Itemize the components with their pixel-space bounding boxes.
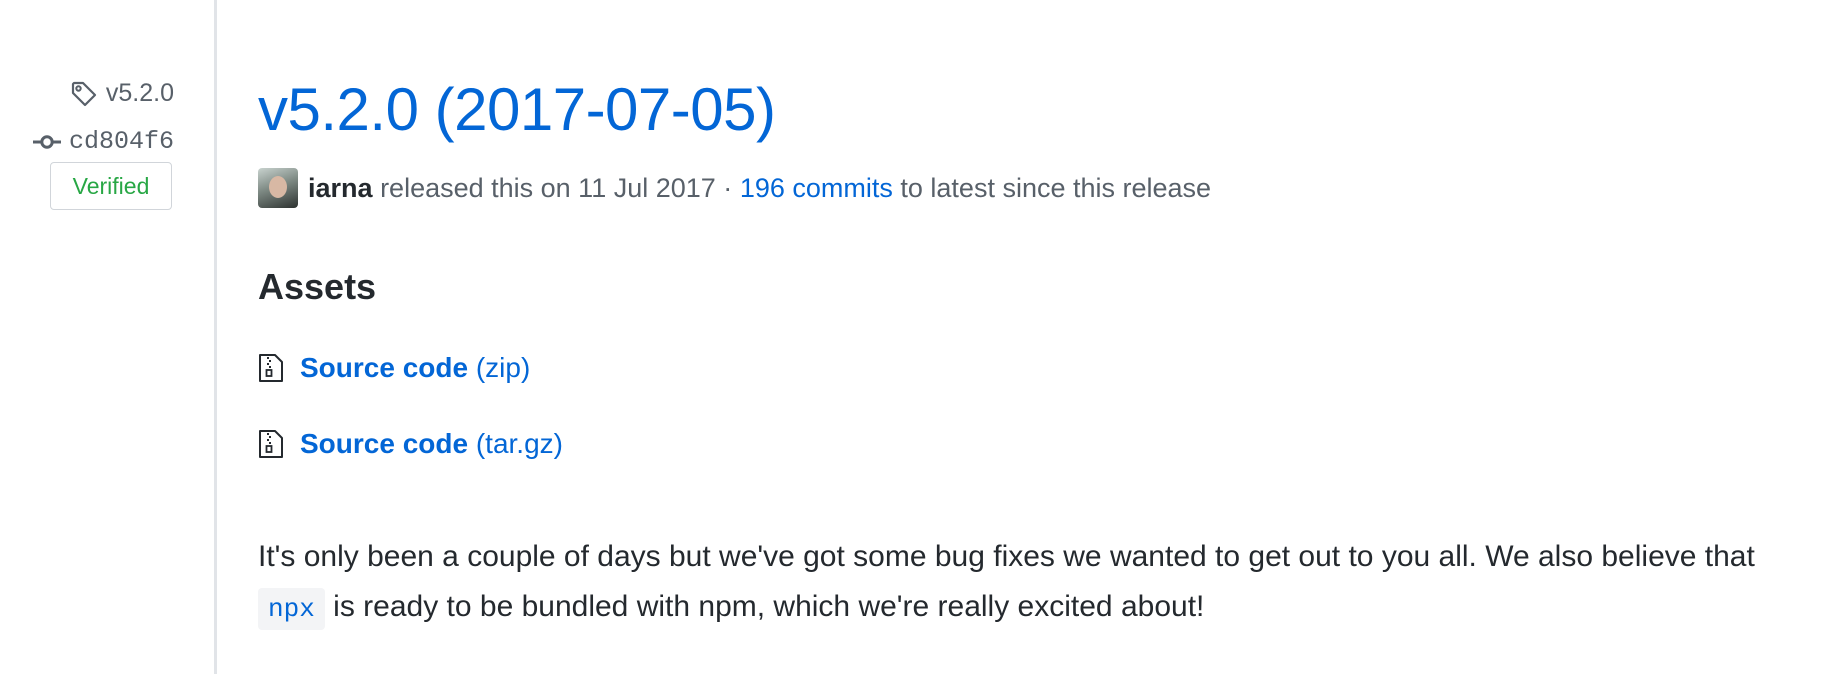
verified-badge[interactable]: Verified (50, 162, 172, 210)
author-link[interactable]: iarna (308, 173, 373, 204)
asset-name: Source code (300, 352, 469, 383)
avatar[interactable] (258, 168, 298, 208)
inline-code-npx: npx (258, 588, 325, 630)
tag-icon (71, 81, 96, 106)
timeline-divider (214, 0, 217, 674)
release-title[interactable]: v5.2.0 (2017-07-05) (258, 72, 776, 148)
commit-sha-link[interactable]: cd804f6 (69, 127, 174, 156)
commit-row[interactable]: cd804f6 (32, 127, 174, 156)
file-zip-icon (259, 354, 283, 382)
notes-text-after: is ready to be bundled with npm, which w… (333, 590, 1205, 623)
release-sidebar: v5.2.0 cd804f6 Verified (0, 0, 214, 674)
asset-ext: (tar.gz) (475, 428, 563, 459)
release-meta: iarna released this on 11 Jul 2017 · 196… (258, 168, 1211, 208)
released-text: released this on 11 Jul 2017 · (380, 172, 733, 203)
git-commit-icon (32, 134, 61, 149)
asset-ext: (zip) (475, 352, 531, 383)
notes-text-before: It's only been a couple of days but we'v… (258, 540, 1755, 573)
asset-item-targz[interactable]: Source code (tar.gz) (258, 428, 563, 460)
assets-heading: Assets (258, 266, 377, 307)
commits-suffix: to latest since this release (900, 172, 1212, 203)
tag-link[interactable]: v5.2.0 (106, 79, 174, 108)
asset-name: Source code (300, 428, 469, 459)
file-zip-icon (259, 430, 283, 458)
asset-item-zip[interactable]: Source code (zip) (258, 352, 530, 384)
tag-row[interactable]: v5.2.0 (70, 79, 174, 108)
commits-link[interactable]: 196 commits (740, 173, 893, 204)
source-code-zip-link[interactable]: Source code (zip) (300, 352, 530, 384)
release-notes: It's only been a couple of days but we'v… (258, 532, 1788, 634)
source-code-targz-link[interactable]: Source code (tar.gz) (300, 428, 563, 460)
